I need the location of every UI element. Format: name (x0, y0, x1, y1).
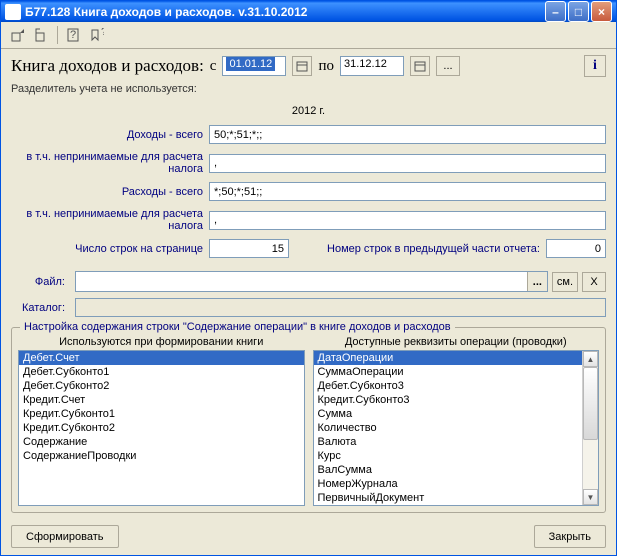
page-title: Книга доходов и расходов: (11, 56, 204, 76)
titlebar: Б77.128 Книга доходов и расходов. v.31.1… (1, 1, 616, 22)
period-ellipsis-button[interactable]: ... (436, 56, 460, 76)
file-clear-button[interactable]: X (582, 272, 606, 292)
used-fields-listbox[interactable]: Дебет.СчетДебет.Субконто1Дебет.Субконто2… (18, 350, 305, 506)
scroll-down-icon[interactable]: ▼ (583, 489, 598, 505)
prev-rows-input[interactable] (546, 239, 606, 258)
list-item[interactable]: Дебет.Субконто3 (314, 379, 583, 393)
cursor-help-icon[interactable]: ? (86, 24, 108, 46)
rows-per-page-label: Число строк на странице (11, 243, 209, 255)
toolbar-icon-1[interactable] (7, 24, 29, 46)
expense-total-label: Расходы - всего (11, 186, 209, 198)
list-item[interactable]: Кредит.Субконто1 (19, 407, 304, 421)
list-item[interactable]: Кредит.Счет (19, 393, 304, 407)
close-window-button[interactable]: × (591, 1, 612, 22)
fieldset-legend: Настройка содержания строки "Содержание … (20, 321, 455, 333)
right-scrollbar[interactable]: ▲ ▼ (582, 351, 598, 505)
file-browse-button[interactable]: ... (527, 272, 547, 291)
window-title: Б77.128 Книга доходов и расходов. v.31.1… (25, 5, 545, 19)
scroll-thumb[interactable] (583, 367, 598, 440)
button-bar: Сформировать Закрыть (1, 519, 616, 556)
list-item[interactable]: Дебет.Субконто2 (19, 379, 304, 393)
to-label: по (318, 58, 334, 75)
prev-rows-label: Номер строк в предыдущей части отчета: (289, 243, 546, 255)
catalog-input (75, 298, 606, 317)
list-item[interactable]: ДатаОперации (314, 351, 583, 365)
expense-total-input[interactable] (209, 182, 606, 201)
scroll-up-icon[interactable]: ▲ (583, 351, 598, 367)
left-list-header: Используются при формировании книги (18, 336, 305, 348)
available-fields-listbox[interactable]: ДатаОперацииСуммаОперацииДебет.Субконто3… (313, 350, 600, 506)
list-item[interactable]: Кредит.Субконто2 (19, 421, 304, 435)
calendar-to-icon[interactable] (410, 56, 430, 76)
rows-per-page-input[interactable] (209, 239, 289, 258)
income-total-label: Доходы - всего (11, 129, 209, 141)
from-label: с (210, 58, 217, 75)
list-item[interactable]: Кредит.Субконто3 (314, 393, 583, 407)
info-button[interactable]: i (584, 55, 606, 77)
list-item[interactable]: Валюта (314, 435, 583, 449)
expense-excl-label: в т.ч. непринимаемые для расчета налога (11, 208, 209, 232)
list-item[interactable]: Количество (314, 421, 583, 435)
toolbar: ? ? (1, 22, 616, 49)
toolbar-icon-2[interactable] (31, 24, 53, 46)
right-list-header: Доступные реквизиты операции (проводки) (313, 336, 600, 348)
file-view-button[interactable]: см. (552, 272, 578, 292)
list-item[interactable]: ПервичныйДокумент (314, 491, 583, 505)
date-to-input[interactable]: 31.12.12 (340, 56, 404, 76)
app-window: Б77.128 Книга доходов и расходов. v.31.1… (0, 0, 617, 556)
list-item[interactable]: СуммаОперации (314, 365, 583, 379)
list-item[interactable]: Дебет.Субконто1 (19, 365, 304, 379)
list-item[interactable]: СодержаниеПроводки (19, 449, 304, 463)
list-item[interactable]: Сумма (314, 407, 583, 421)
catalog-label: Каталог: (11, 302, 71, 314)
file-label: Файл: (11, 276, 71, 288)
list-item[interactable]: НомерЖурнала (314, 477, 583, 491)
list-item[interactable]: ВалСумма (314, 463, 583, 477)
expense-excl-input[interactable] (209, 211, 606, 230)
income-excl-label: в т.ч. непринимаемые для расчета налога (11, 151, 209, 175)
year-label: 2012 г. (11, 105, 606, 117)
list-item[interactable]: Курс (314, 449, 583, 463)
list-item[interactable]: Дебет.Счет (19, 351, 304, 365)
minimize-button[interactable]: – (545, 1, 566, 22)
date-from-input[interactable]: 01.01.12 (222, 56, 286, 76)
app-icon (5, 4, 21, 20)
income-total-input[interactable] (209, 125, 606, 144)
toolbar-separator (57, 26, 58, 44)
list-item[interactable]: Содержание (19, 435, 304, 449)
close-button[interactable]: Закрыть (534, 525, 606, 548)
generate-button[interactable]: Сформировать (11, 525, 119, 548)
file-input[interactable]: ... (75, 271, 548, 292)
maximize-button[interactable]: □ (568, 1, 589, 22)
content-config-fieldset: Настройка содержания строки "Содержание … (11, 327, 606, 513)
calendar-from-icon[interactable] (292, 56, 312, 76)
help-icon[interactable]: ? (62, 24, 84, 46)
content-area: Книга доходов и расходов: с 01.01.12 по … (1, 49, 616, 519)
header-row: Книга доходов и расходов: с 01.01.12 по … (11, 55, 606, 77)
separator-note: Разделитель учета не используется: (11, 83, 606, 95)
svg-text:?: ? (101, 28, 104, 38)
income-excl-input[interactable] (209, 154, 606, 173)
svg-text:?: ? (70, 29, 76, 41)
